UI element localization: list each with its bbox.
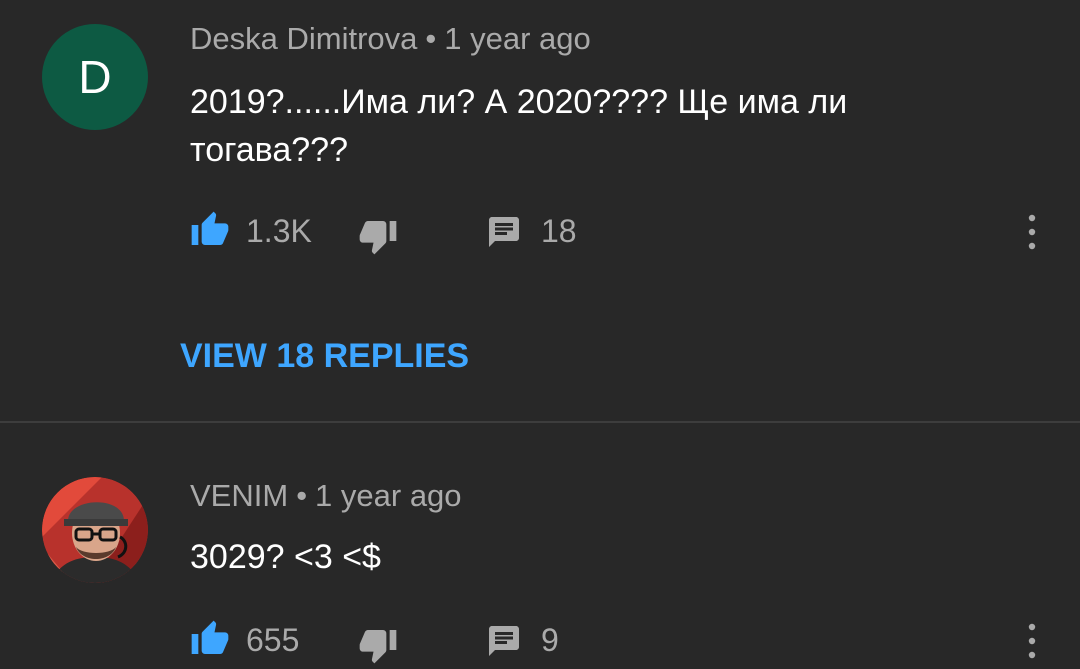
thumb-down-icon[interactable] xyxy=(358,625,398,665)
author-name[interactable]: VENIM xyxy=(190,478,288,513)
comment: D Deska Dimitrova • 1 year ago 2019?......… xyxy=(0,0,1080,421)
author-name[interactable]: Deska Dimitrova xyxy=(190,21,417,56)
meta-separator: • xyxy=(425,21,437,56)
comment-actions: 1.3K 18 xyxy=(0,208,1080,256)
avatar[interactable]: D xyxy=(42,24,148,130)
avatar-letter: D xyxy=(78,51,112,103)
reply-count: 18 xyxy=(541,213,577,249)
like-count: 1.3K xyxy=(246,213,312,249)
comment-icon[interactable] xyxy=(486,214,522,250)
thumb-down-icon[interactable] xyxy=(358,216,398,256)
reply-count: 9 xyxy=(541,622,559,658)
more-vertical-icon[interactable] xyxy=(1020,619,1044,663)
comment-time[interactable]: 1 year ago xyxy=(315,478,462,513)
like-count: 655 xyxy=(246,622,300,658)
thumb-up-icon[interactable] xyxy=(190,210,230,250)
comment-actions: 655 9 xyxy=(0,617,1080,665)
comment-time[interactable]: 1 year ago xyxy=(444,21,591,56)
comment-text: 2019?......Има ли? А 2020???? Ще има ли … xyxy=(190,83,848,169)
thumb-up-icon[interactable] xyxy=(190,619,230,659)
avatar[interactable] xyxy=(42,477,148,583)
meta-separator: • xyxy=(296,478,308,513)
avatar-illustration-icon xyxy=(42,477,148,583)
more-vertical-icon[interactable] xyxy=(1020,210,1044,254)
view-replies-button[interactable]: VIEW 18 REPLIES xyxy=(180,337,469,376)
comment-icon[interactable] xyxy=(486,623,522,659)
comment-meta: Deska Dimitrova • 1 year ago xyxy=(190,21,591,57)
comment-text: 3029? <3 <$ xyxy=(190,538,381,576)
comment: VENIM • 1 year ago 3029? <3 <$ 655 9 xyxy=(0,423,1080,669)
comment-meta: VENIM • 1 year ago xyxy=(190,478,462,514)
